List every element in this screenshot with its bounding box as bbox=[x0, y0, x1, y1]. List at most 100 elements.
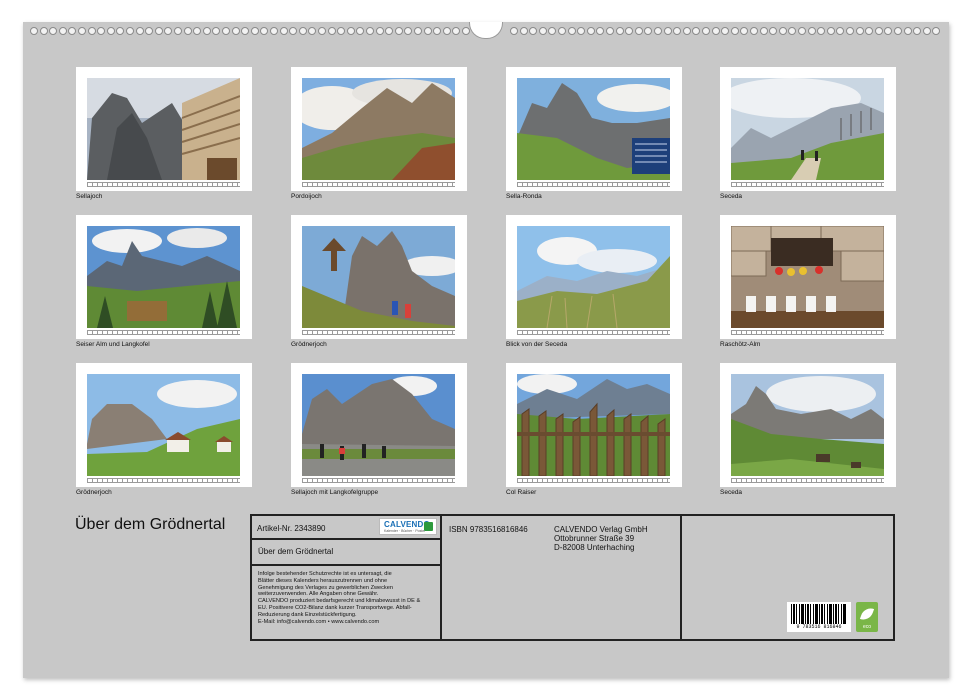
calendar-title: Über dem Grödnertal bbox=[258, 547, 334, 556]
spiral-ring bbox=[836, 27, 845, 35]
spiral-ring bbox=[894, 27, 902, 35]
spiral-ring bbox=[366, 27, 374, 35]
photo-caption: Pordoijoch bbox=[291, 193, 322, 200]
spiral-ring bbox=[308, 27, 317, 35]
spiral-ring bbox=[145, 27, 154, 35]
spiral-ring bbox=[289, 27, 298, 35]
spiral-ring bbox=[548, 27, 557, 35]
spiral-ring bbox=[865, 27, 874, 35]
spiral-ring bbox=[356, 27, 365, 35]
spiral-ring bbox=[298, 27, 307, 35]
spiral-ring bbox=[423, 27, 432, 35]
photo-seceda bbox=[731, 78, 884, 180]
isbn: ISBN 9783516816846 bbox=[449, 525, 528, 534]
legal-notice: Infolge bestehender Schutzrechte ist es … bbox=[258, 571, 421, 625]
photo-pordoijoch bbox=[302, 78, 455, 180]
leaf-icon bbox=[859, 605, 875, 623]
spiral-ring bbox=[270, 27, 278, 35]
spiral-ring bbox=[903, 27, 912, 35]
spiral-ring bbox=[586, 27, 595, 35]
spiral-ring bbox=[682, 27, 691, 35]
cover-title: Über dem Grödnertal bbox=[75, 516, 226, 533]
photo-caption: Grödnerjoch bbox=[291, 341, 327, 348]
spiral-ring bbox=[106, 27, 115, 35]
photo-sellajoch bbox=[87, 78, 240, 180]
photo-sellajoch-langkofel bbox=[302, 374, 455, 476]
spiral-ring bbox=[529, 27, 538, 35]
spiral-ring bbox=[260, 27, 269, 35]
spiral-ring bbox=[538, 27, 547, 35]
spiral-ring bbox=[58, 27, 67, 35]
date-grid bbox=[87, 182, 240, 187]
spiral-ring bbox=[510, 27, 518, 35]
photo-card bbox=[76, 215, 252, 339]
spiral-ring bbox=[846, 27, 854, 35]
date-grid bbox=[87, 330, 240, 335]
spiral-ring bbox=[385, 27, 394, 35]
photo-card bbox=[720, 215, 896, 339]
date-grid bbox=[517, 478, 670, 483]
spiral-ring bbox=[433, 27, 442, 35]
photo-card bbox=[76, 363, 252, 487]
spiral-ring bbox=[644, 27, 653, 35]
spiral-ring bbox=[721, 27, 730, 35]
photo-card bbox=[506, 363, 682, 487]
photo-caption: Blick von der Seceda bbox=[506, 341, 568, 348]
calvendo-logo: CALVENDO Kalender · Bücher · Poster bbox=[379, 518, 437, 535]
spiral-ring bbox=[337, 27, 346, 35]
photo-blick-seceda bbox=[517, 226, 670, 328]
photo-groednerjoch-2 bbox=[87, 374, 240, 476]
publisher-info-box: Artikel-Nr. 2343890 CALVENDO Kalender · … bbox=[250, 514, 895, 641]
spiral-ring bbox=[759, 27, 768, 35]
spiral-ring bbox=[577, 27, 586, 35]
spiral-ring bbox=[327, 27, 336, 35]
spiral-ring bbox=[798, 27, 806, 35]
spiral-ring bbox=[740, 27, 749, 35]
spiral-ring bbox=[730, 27, 739, 35]
spiral-ring bbox=[87, 27, 96, 35]
spiral-ring bbox=[567, 27, 576, 35]
photo-sella-ronda bbox=[517, 78, 670, 180]
spiral-ring bbox=[394, 27, 403, 35]
spiral-ring bbox=[462, 27, 470, 35]
photo-col-raiser bbox=[517, 374, 670, 476]
spiral-ring bbox=[318, 27, 326, 35]
photo-caption: Raschötz-Alm bbox=[720, 341, 761, 348]
spiral-ring bbox=[778, 27, 787, 35]
spiral-ring bbox=[222, 27, 230, 35]
spiral-ring bbox=[375, 27, 384, 35]
spiral-ring bbox=[663, 27, 672, 35]
spiral-ring bbox=[826, 27, 835, 35]
spiral-ring bbox=[615, 27, 624, 35]
spiral-ring bbox=[250, 27, 259, 35]
spiral-ring bbox=[164, 27, 173, 35]
spiral-ring bbox=[97, 27, 106, 35]
spiral-ring bbox=[442, 27, 451, 35]
photo-card bbox=[291, 67, 467, 191]
photo-seiser-alm bbox=[87, 226, 240, 328]
photo-card bbox=[506, 67, 682, 191]
spiral-ring bbox=[68, 27, 77, 35]
spiral-ring bbox=[279, 27, 288, 35]
spiral-ring bbox=[78, 27, 86, 35]
spiral-ring bbox=[884, 27, 893, 35]
spiral-ring bbox=[932, 27, 941, 35]
spiral-ring bbox=[596, 27, 605, 35]
spiral-ring bbox=[625, 27, 634, 35]
spiral-ring bbox=[874, 27, 883, 35]
photo-caption: Grödnerjoch bbox=[76, 489, 112, 496]
spiral-ring bbox=[174, 27, 182, 35]
spiral-ring bbox=[346, 27, 355, 35]
spiral-ring bbox=[193, 27, 202, 35]
date-grid bbox=[302, 182, 455, 187]
spiral-ring bbox=[126, 27, 134, 35]
photo-caption: Seiser Alm und Langkofel bbox=[76, 341, 150, 348]
spiral-ring bbox=[39, 27, 48, 35]
spiral-ring bbox=[414, 27, 422, 35]
spiral-ring bbox=[135, 27, 144, 35]
spiral-ring bbox=[702, 27, 710, 35]
photo-card bbox=[291, 215, 467, 339]
photo-caption: Sellajoch mit Langkofelgruppe bbox=[291, 489, 379, 496]
spiral-ring bbox=[855, 27, 864, 35]
spiral-ring bbox=[606, 27, 614, 35]
